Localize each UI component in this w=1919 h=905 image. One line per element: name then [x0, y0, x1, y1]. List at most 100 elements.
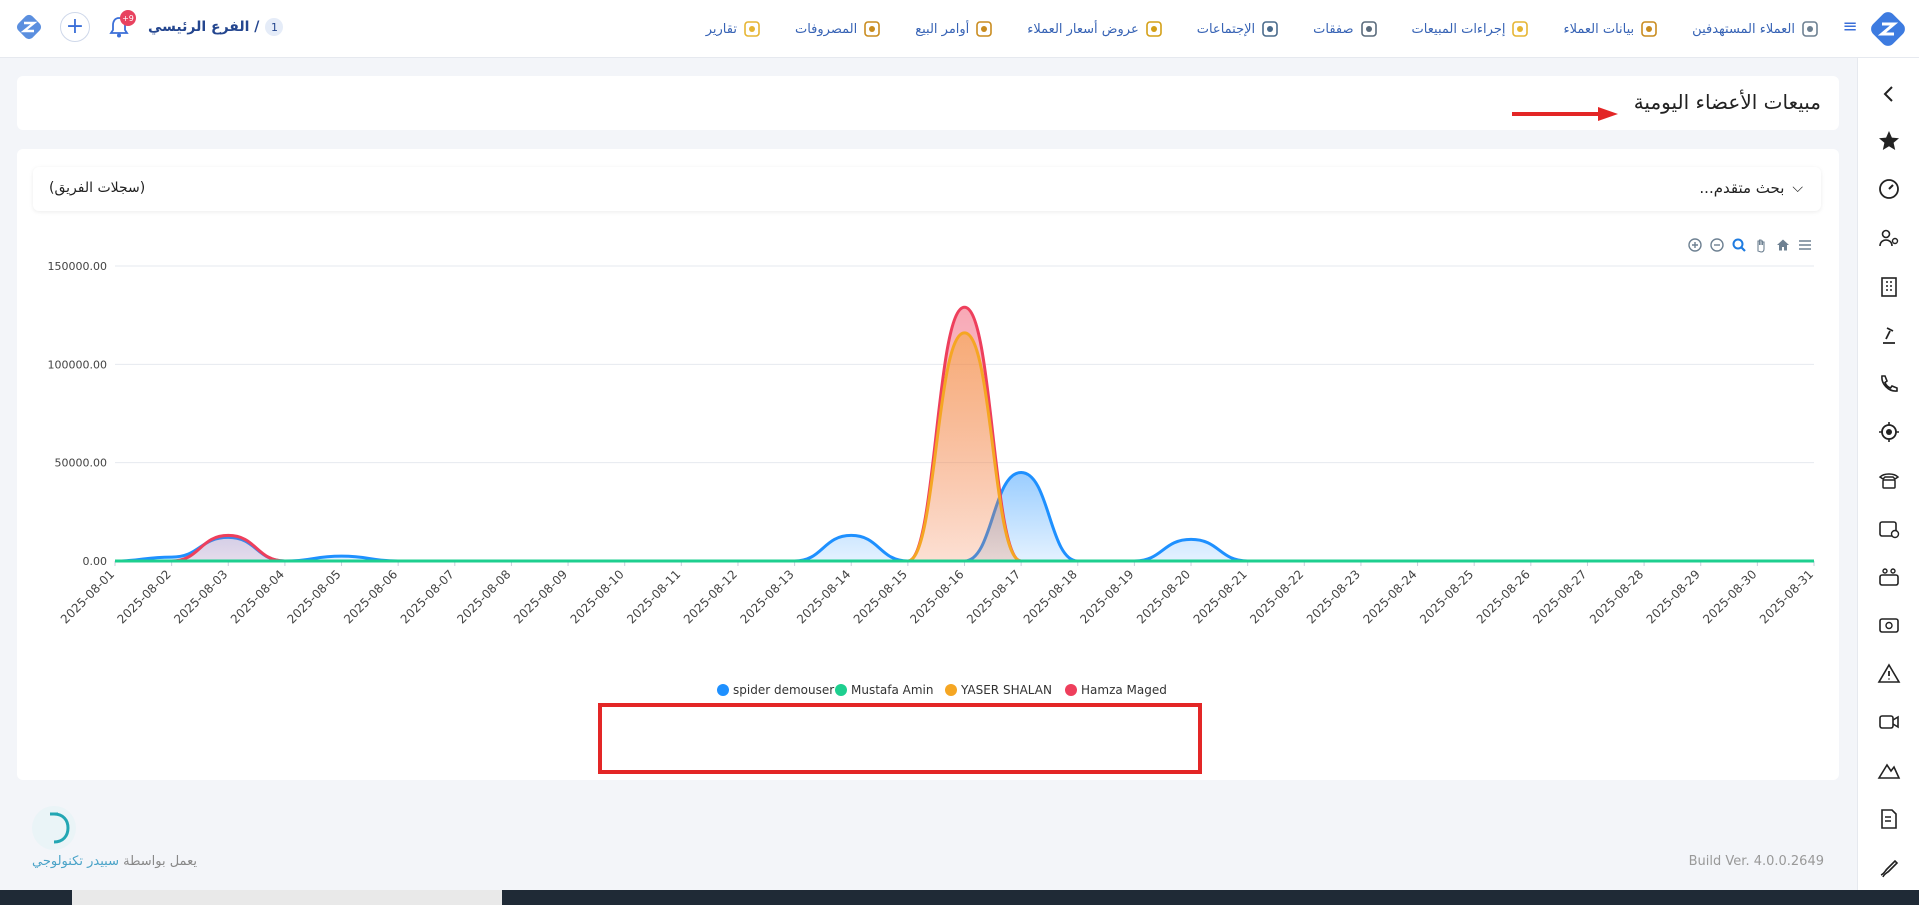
warning-icon[interactable]: [1877, 662, 1901, 686]
presentation-icon: [1262, 21, 1278, 37]
nav-item-3[interactable]: صفقات: [1313, 20, 1377, 38]
taskbar-window[interactable]: [72, 890, 502, 905]
nav-item-6[interactable]: أوامر البيع: [915, 20, 993, 38]
build-version: Build Ver. 4.0.0.2649: [1688, 854, 1824, 869]
x-tick-label: 2025-08-07: [398, 567, 457, 626]
branch-selector[interactable]: الفرع الرئيسي / 1: [148, 18, 284, 36]
legend-marker: [1065, 684, 1077, 696]
app-switcher-icon[interactable]: [14, 12, 44, 42]
header-tools: + +9 الفرع الرئيسي / 1: [14, 10, 284, 42]
x-tick-label: 2025-08-27: [1530, 567, 1589, 626]
building-icon[interactable]: [1877, 275, 1901, 299]
legend-label: Hamza Maged: [1081, 683, 1167, 697]
collapse-chevron-icon[interactable]: [1877, 82, 1901, 106]
nav-item-4[interactable]: الإجتماعات: [1197, 20, 1279, 38]
powered-by-brand[interactable]: سبيدر تكنولوجي: [32, 854, 119, 869]
nav-item-7[interactable]: المصروفات: [795, 20, 881, 38]
award-icon: [1512, 21, 1529, 37]
add-button[interactable]: +: [60, 12, 90, 42]
nav-item-label: المصروفات: [794, 21, 858, 37]
legend-item[interactable]: spider demouser: [717, 683, 834, 697]
main-nav: العملاء المستهدفين بيانات العملاء إجراءات …: [706, 0, 1819, 58]
x-tick-label: 2025-08-17: [964, 567, 1023, 626]
users-settings-icon[interactable]: [1877, 226, 1901, 250]
x-tick-label: 2025-08-14: [794, 567, 853, 626]
nav-item-1[interactable]: بيانات العملاء: [1563, 20, 1658, 38]
target-icon[interactable]: [1877, 420, 1901, 444]
report-circle-icon: [744, 21, 760, 37]
x-tick-label: 2025-08-11: [624, 567, 683, 626]
legend-label: Mustafa Amin: [851, 683, 934, 697]
powered-by-prefix: يعمل بواسطة: [123, 854, 197, 869]
star-icon[interactable]: [1877, 129, 1901, 153]
team-icon[interactable]: [1877, 565, 1901, 589]
quote-icon: [1145, 21, 1162, 37]
x-tick-label: 2025-08-30: [1700, 567, 1759, 626]
y-tick-label: 150000.00: [48, 260, 108, 273]
team-log-label: (سجلات الفريق): [49, 180, 146, 196]
y-tick-label: 0.00: [83, 555, 108, 568]
series-area-yaser-shalan: [115, 332, 1814, 561]
notifications-bell-icon[interactable]: +9: [106, 10, 136, 40]
powered-by: يعمل بواسطة سبيدر تكنولوجي: [32, 854, 197, 869]
legend-item[interactable]: Hamza Maged: [1065, 683, 1167, 697]
notifications-badge: +9: [120, 10, 136, 26]
right-sidebar: [1857, 58, 1919, 890]
nav-item-label: عروض أسعار العملاء: [1027, 21, 1139, 37]
legend-item[interactable]: YASER SHALAN: [945, 683, 1052, 697]
telephone-icon[interactable]: [1877, 468, 1901, 492]
x-tick-label: 2025-08-01: [58, 567, 117, 626]
x-tick-label: 2025-08-22: [1247, 567, 1306, 626]
x-tick-label: 2025-08-12: [681, 567, 740, 626]
app-logo-icon[interactable]: [1871, 12, 1905, 46]
x-tick-label: 2025-08-09: [511, 567, 570, 626]
invoice-dollar-icon[interactable]: [1877, 807, 1901, 831]
nav-item-5[interactable]: عروض أسعار العملاء: [1027, 20, 1162, 38]
money-bag-icon: [976, 21, 993, 37]
legend-item[interactable]: Mustafa Amin: [835, 683, 934, 697]
y-tick-label: 100000.00: [48, 358, 108, 371]
x-tick-label: 2025-08-19: [1077, 567, 1136, 626]
nav-item-label: صفقات: [1313, 21, 1354, 37]
advanced-search-bar: ⌵ بحث متقدم... (سجلات الفريق): [33, 167, 1821, 211]
gavel-icon[interactable]: [1877, 323, 1901, 347]
x-tick-label: 2025-08-05: [284, 567, 343, 626]
branch-number: 1: [265, 18, 284, 36]
x-tick-label: 2025-08-10: [568, 567, 627, 626]
nav-item-0[interactable]: العملاء المستهدفين: [1692, 20, 1819, 38]
x-tick-label: 2025-08-24: [1360, 567, 1419, 626]
x-tick-label: 2025-08-18: [1021, 567, 1080, 626]
laptop-icon: [864, 21, 880, 37]
legend-marker: [945, 684, 957, 696]
dashboard-gauge-icon[interactable]: [1877, 177, 1901, 201]
advanced-search-toggle[interactable]: ⌵ بحث متقدم...: [1699, 179, 1803, 197]
mountain-icon[interactable]: [1877, 758, 1901, 782]
phone-call-icon[interactable]: [1877, 372, 1901, 396]
annotation-arrow-icon: [1512, 107, 1618, 121]
wallet-add-icon[interactable]: [1877, 517, 1901, 541]
advanced-search-label: بحث متقدم...: [1699, 179, 1785, 197]
x-tick-label: 2025-08-29: [1644, 567, 1703, 626]
nav-item-label: الإجتماعات: [1196, 21, 1256, 37]
cash-register-icon[interactable]: [1877, 613, 1901, 637]
menu-icon[interactable]: ≡: [1841, 18, 1859, 36]
nav-item-label: إجراءات المبيعات: [1411, 21, 1506, 37]
nav-item-2[interactable]: إجراءات المبيعات: [1412, 20, 1530, 38]
contact-data-icon: [1641, 21, 1657, 37]
nav-item-8[interactable]: تقارير: [706, 20, 761, 38]
nav-item-label: أوامر البيع: [915, 21, 970, 37]
chevron-down-icon: ⌵: [1792, 180, 1803, 196]
x-tick-label: 2025-08-25: [1417, 567, 1476, 626]
x-tick-label: 2025-08-04: [228, 567, 287, 626]
top-bar: ≡ العملاء المستهدفين بيانات العملاء إجراءا…: [0, 0, 1919, 58]
video-call-icon[interactable]: [1877, 710, 1901, 734]
chart-area: 0.00 50000.00 100000.00 150000.00 2025-08-01…: [17, 234, 1839, 780]
x-tick-label: 2025-08-31: [1757, 567, 1816, 626]
signature-pen-icon[interactable]: [1877, 855, 1901, 879]
x-tick-label: 2025-08-15: [851, 567, 910, 626]
x-tick-label: 2025-08-20: [1134, 567, 1193, 626]
legend-label: YASER SHALAN: [960, 683, 1052, 697]
x-tick-label: 2025-08-21: [1191, 567, 1250, 626]
x-tick-label: 2025-08-06: [341, 567, 400, 626]
x-tick-label: 2025-08-16: [907, 567, 966, 626]
